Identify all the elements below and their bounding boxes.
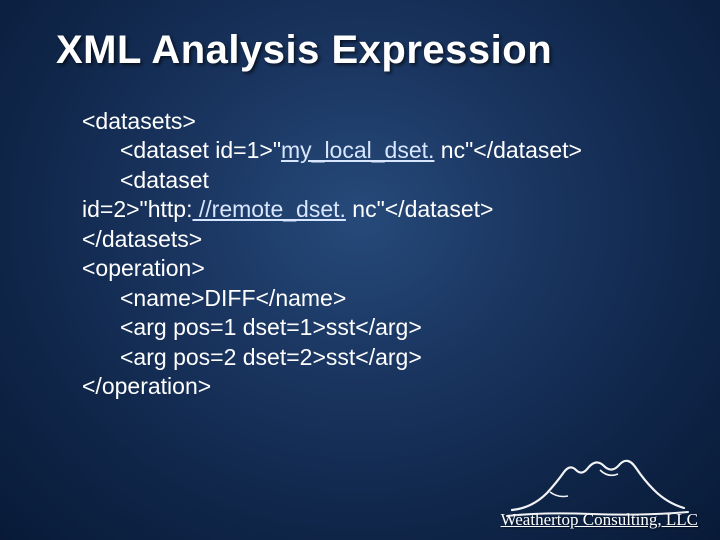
code-line: <arg pos=2 dset=2>sst</arg> (82, 343, 664, 372)
code-line: <arg pos=1 dset=1>sst</arg> (82, 313, 664, 342)
slide: XML Analysis Expression <datasets> <data… (0, 0, 720, 540)
code-link: //remote_dset. (192, 196, 345, 222)
code-line: id=2>"http: //remote_dset. nc"</dataset> (82, 195, 664, 224)
slide-title: XML Analysis Expression (56, 28, 664, 73)
code-text: nc"</dataset> (346, 196, 494, 222)
code-line: <operation> (82, 254, 664, 283)
code-link: my_local_dset. (281, 137, 434, 163)
code-line: </datasets> (82, 225, 664, 254)
code-line: <dataset (82, 166, 664, 195)
code-line: <name>DIFF</name> (82, 284, 664, 313)
xml-code-block: <datasets> <dataset id=1>"my_local_dset.… (56, 107, 664, 401)
code-text: nc"</dataset> (434, 137, 582, 163)
code-line: <datasets> (82, 107, 664, 136)
code-line: </operation> (82, 372, 664, 401)
code-text: <arg pos=2 dset=2>sst</arg> (82, 343, 422, 372)
code-line: <dataset id=1>"my_local_dset. nc"</datas… (82, 136, 664, 165)
code-text: <dataset (82, 166, 209, 195)
code-text: <dataset id=1>" (120, 137, 281, 163)
footer-company: Weathertop Consulting, LLC (501, 510, 698, 530)
code-text: <name>DIFF</name> (82, 284, 346, 313)
code-text: id=2>"http: (82, 196, 192, 222)
code-text: <arg pos=1 dset=1>sst</arg> (82, 313, 422, 342)
